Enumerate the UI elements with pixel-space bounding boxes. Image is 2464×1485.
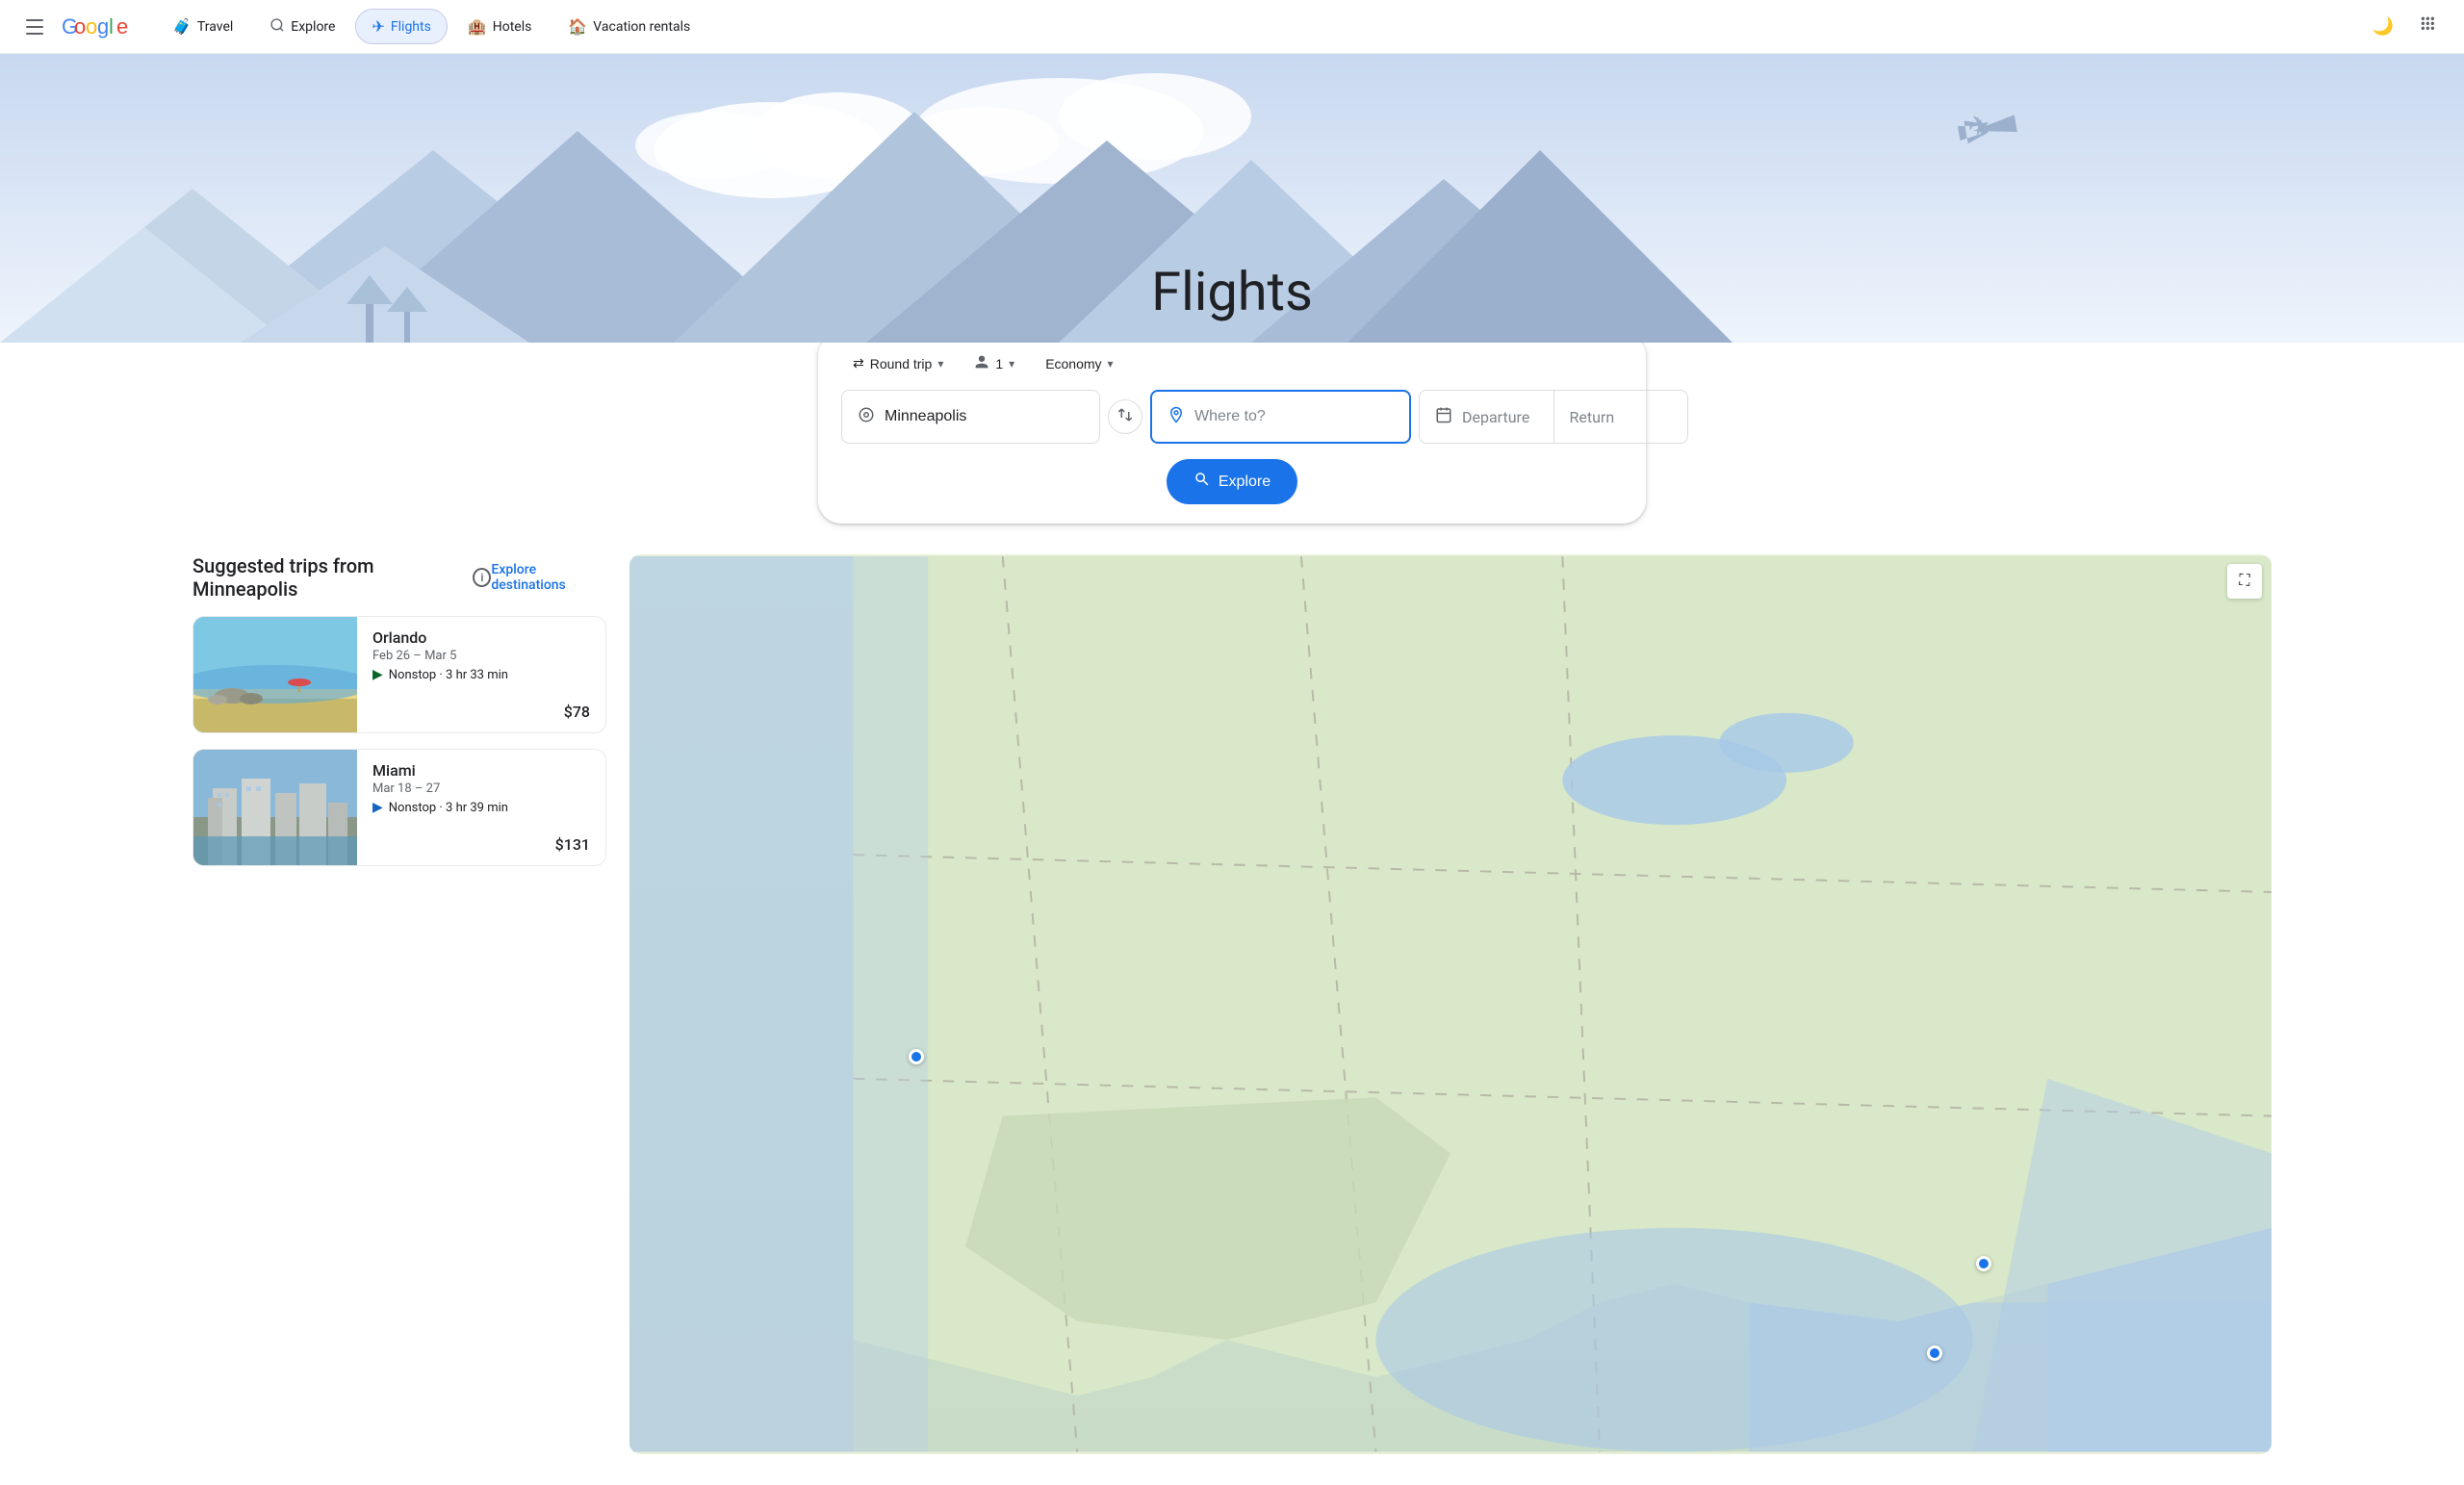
trips-list: Suggested trips from Minneapolis i Explo… <box>192 554 606 1454</box>
hero-section: ✈ Flights <box>0 54 2464 343</box>
departure-icon <box>1435 406 1452 428</box>
passengers-icon <box>974 354 989 372</box>
swap-button[interactable] <box>1108 399 1142 434</box>
destination-field[interactable] <box>1150 390 1411 444</box>
origin-icon <box>858 406 875 428</box>
trip-info-miami: Miami Mar 18 – 27 ▶ Nonstop · 3 hr 39 mi… <box>357 750 605 865</box>
cabin-class-label: Economy <box>1045 356 1101 371</box>
nav-item-explore-label: Explore <box>291 19 335 35</box>
hotels-icon: 🏨 <box>468 17 487 36</box>
search-container: ⇄ Round trip ▾ 1 ▾ Economy ▾ <box>0 333 2464 554</box>
return-field[interactable]: Return <box>1554 391 1688 443</box>
vacation-icon: 🏠 <box>568 17 587 36</box>
info-icon[interactable]: i <box>473 568 491 587</box>
destination-icon <box>1168 406 1185 428</box>
origin-field[interactable] <box>841 390 1100 444</box>
trip-type-icon: ⇄ <box>853 355 864 371</box>
passengers-count: 1 <box>995 356 1003 371</box>
passengers-chevron: ▾ <box>1009 357 1014 371</box>
flights-icon: ✈ <box>372 17 384 36</box>
airline-icon-orlando: ▶ <box>372 667 383 682</box>
trip-dates-orlando: Feb 26 – Mar 5 <box>372 649 590 663</box>
search-fields: Departure Return <box>841 390 1623 444</box>
top-navigation: G o o g l e 🧳 Travel Explore ✈ Flights 🏨… <box>0 0 2464 54</box>
map-pin-west <box>909 1049 924 1064</box>
google-logo[interactable]: G o o g l e <box>62 15 133 38</box>
section-title-text: Suggested trips from Minneapolis <box>192 554 465 601</box>
expand-icon: ⛶ <box>2239 573 2249 590</box>
trip-type-label: Round trip <box>870 356 933 371</box>
explore-button-label: Explore <box>1219 474 1270 491</box>
nav-item-vacation-label: Vacation rentals <box>593 19 690 35</box>
svg-text:o: o <box>74 15 86 38</box>
svg-text:o: o <box>86 15 97 38</box>
map-container[interactable]: ⛶ <box>629 554 2272 1454</box>
suggested-section: Suggested trips from Minneapolis i Explo… <box>0 554 2464 1485</box>
apps-button[interactable] <box>2410 8 2449 46</box>
origin-input[interactable] <box>885 408 1084 425</box>
departure-placeholder: Departure <box>1462 408 1529 426</box>
trip-card-orlando[interactable]: Orlando Feb 26 – Mar 5 ▶ Nonstop · 3 hr … <box>192 616 606 733</box>
trip-airline-text-miami: Nonstop · 3 hr 39 min <box>389 801 508 815</box>
page-title: Flights <box>1151 260 1313 323</box>
explore-destinations-link[interactable]: Explore destinations <box>491 562 606 593</box>
cabin-class-chevron: ▾ <box>1108 357 1114 371</box>
map-background: ⛶ <box>629 554 2272 1454</box>
trip-airline-text-orlando: Nonstop · 3 hr 33 min <box>389 668 508 682</box>
explore-icon <box>270 17 285 37</box>
trip-type-chevron: ▾ <box>937 357 943 371</box>
passengers-button[interactable]: 1 ▾ <box>962 348 1026 378</box>
trip-price-orlando: $78 <box>372 703 590 721</box>
hamburger-menu[interactable] <box>15 8 54 46</box>
dark-mode-icon: 🌙 <box>2373 16 2394 37</box>
explore-button-wrap: Explore <box>841 459 1623 504</box>
search-options: ⇄ Round trip ▾ 1 ▾ Economy ▾ <box>841 348 1623 378</box>
trip-type-button[interactable]: ⇄ Round trip ▾ <box>841 349 955 377</box>
apps-icon <box>2420 15 2439 38</box>
trip-airline-miami: ▶ Nonstop · 3 hr 39 min <box>372 800 590 815</box>
svg-text:l: l <box>109 15 114 38</box>
date-fields: Departure Return <box>1419 390 1688 444</box>
nav-item-hotels[interactable]: 🏨 Hotels <box>451 9 549 44</box>
map-pin-orlando <box>1976 1256 1991 1271</box>
destination-input[interactable] <box>1194 408 1394 425</box>
map-svg <box>629 554 2272 1454</box>
trip-dates-miami: Mar 18 – 27 <box>372 781 590 796</box>
trip-destination-miami: Miami <box>372 761 590 780</box>
nav-items: 🧳 Travel Explore ✈ Flights 🏨 Hotels 🏠 Va… <box>156 9 706 45</box>
map-expand-button[interactable]: ⛶ <box>2227 564 2262 599</box>
search-box: ⇄ Round trip ▾ 1 ▾ Economy ▾ <box>818 333 1646 524</box>
nav-item-vacation-rentals[interactable]: 🏠 Vacation rentals <box>552 9 706 44</box>
section-title: Suggested trips from Minneapolis i <box>192 554 491 601</box>
nav-item-explore[interactable]: Explore <box>253 9 351 45</box>
dark-mode-button[interactable]: 🌙 <box>2364 8 2402 46</box>
nav-item-travel-label: Travel <box>197 19 233 35</box>
trip-image-miami <box>193 750 357 865</box>
swap-icon <box>1116 406 1134 428</box>
airline-icon-miami: ▶ <box>372 800 383 815</box>
nav-item-hotels-label: Hotels <box>493 19 532 35</box>
section-header: Suggested trips from Minneapolis i Explo… <box>192 554 606 601</box>
nav-item-flights[interactable]: ✈ Flights <box>355 9 447 44</box>
svg-text:g: g <box>97 15 109 38</box>
explore-search-icon <box>1194 471 1211 493</box>
hamburger-icon <box>26 19 43 35</box>
departure-field[interactable]: Departure <box>1420 391 1554 443</box>
cabin-class-button[interactable]: Economy ▾ <box>1034 350 1124 377</box>
trip-image-orlando <box>193 617 357 732</box>
travel-icon: 🧳 <box>172 17 192 36</box>
trip-info-orlando: Orlando Feb 26 – Mar 5 ▶ Nonstop · 3 hr … <box>357 617 605 732</box>
svg-text:e: e <box>116 15 128 38</box>
explore-button[interactable]: Explore <box>1167 459 1297 504</box>
nav-item-travel[interactable]: 🧳 Travel <box>156 9 249 44</box>
trip-destination-orlando: Orlando <box>372 628 590 647</box>
nav-right: 🌙 <box>2364 8 2449 46</box>
trip-airline-orlando: ▶ Nonstop · 3 hr 33 min <box>372 667 590 682</box>
trip-price-miami: $131 <box>372 835 590 854</box>
nav-item-flights-label: Flights <box>391 19 431 35</box>
return-placeholder: Return <box>1570 408 1615 426</box>
trip-card-miami[interactable]: Miami Mar 18 – 27 ▶ Nonstop · 3 hr 39 mi… <box>192 749 606 866</box>
